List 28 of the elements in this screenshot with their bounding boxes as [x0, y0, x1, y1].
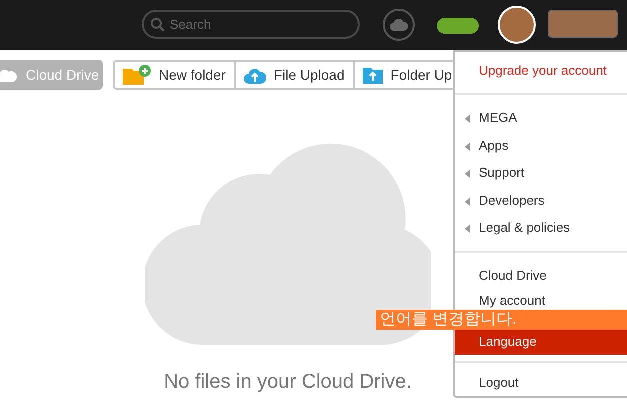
menu-item[interactable]: Developers: [455, 186, 627, 214]
new-folder-icon: [123, 65, 151, 85]
menu-item[interactable]: Apps: [455, 132, 627, 160]
menu-item[interactable]: Legal & policies: [455, 214, 627, 242]
caret-icon: [465, 142, 470, 151]
empty-message: No files in your Cloud Drive.: [163, 370, 413, 395]
annotation-label: 언어를 변경합니다.: [376, 310, 627, 330]
menu-item[interactable]: My account: [455, 289, 627, 312]
caret-icon: [465, 115, 470, 124]
caret-icon: [465, 225, 470, 234]
search-field[interactable]: Search: [142, 10, 360, 39]
caret-icon: [465, 170, 470, 178]
toolbar-button[interactable]: New folder: [115, 62, 234, 88]
plan-badge: [437, 18, 479, 34]
menu-item[interactable]: Logout: [455, 368, 627, 396]
toolbar-button[interactable]: File Upload: [234, 62, 353, 88]
cloud-icon: [0, 68, 18, 82]
cloud-drive-button[interactable]: [383, 9, 415, 41]
avatar[interactable]: [498, 6, 536, 44]
caret-icon: [465, 198, 470, 206]
cloud-icon: [390, 19, 408, 31]
menu-item[interactable]: Cloud Drive: [455, 262, 627, 290]
folder-upload-icon: [362, 66, 383, 84]
menu-item[interactable]: Language: [455, 328, 627, 355]
search-icon: [150, 17, 166, 33]
upload-icon: [244, 66, 266, 84]
menu-item[interactable]: MEGA: [455, 104, 627, 132]
menu-item[interactable]: Support: [455, 159, 627, 187]
